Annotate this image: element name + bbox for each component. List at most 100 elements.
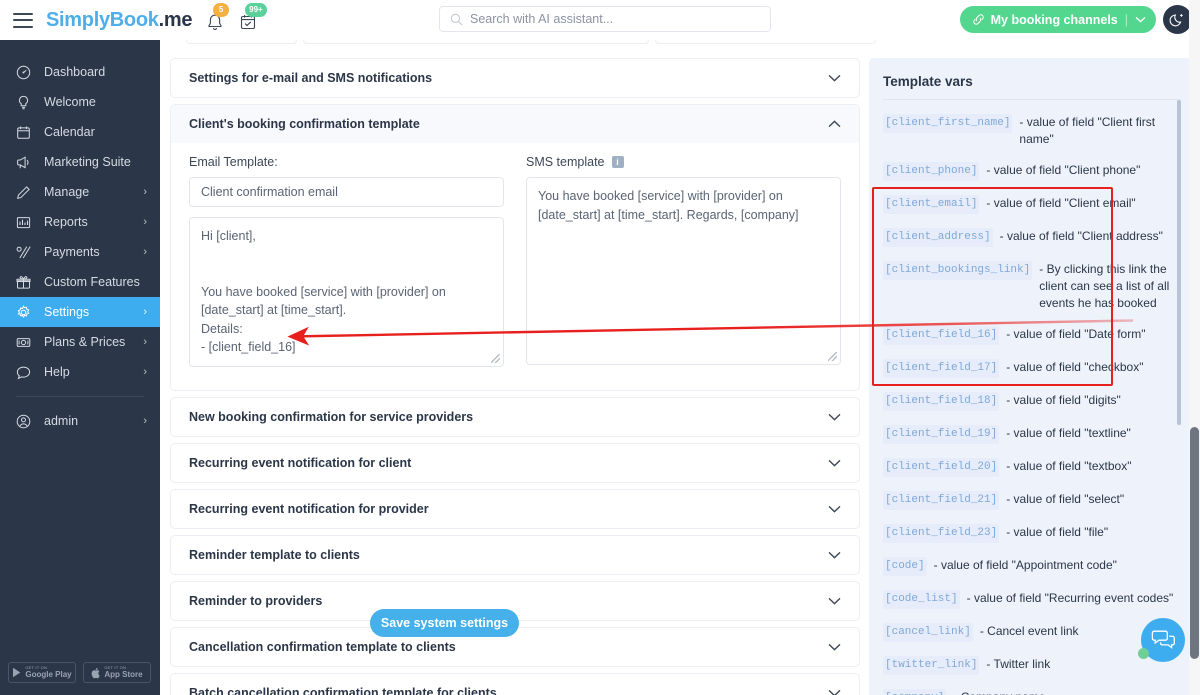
calendar-icon xyxy=(16,125,33,140)
template-var-row: [client_field_19] - value of field "textl… xyxy=(883,425,1176,444)
sms-body-textarea[interactable]: You have booked [service] with [provider… xyxy=(526,177,841,365)
chat-bubbles-icon xyxy=(1151,630,1175,649)
template-panel-header[interactable]: Batch cancellation confirmation template… xyxy=(171,674,859,695)
chevron-down-icon[interactable] xyxy=(828,641,841,653)
template-vars-panel: Template vars [client_first_name] - value… xyxy=(869,58,1192,695)
template-panel-header[interactable]: Client's booking confirmation template xyxy=(171,105,859,143)
sidebar-item-help[interactable]: Help › xyxy=(0,357,160,387)
my-booking-channels-button[interactable]: My booking channels | xyxy=(959,6,1156,33)
chevron-down-icon[interactable] xyxy=(1135,16,1146,23)
template-panel-header[interactable]: Settings for e-mail and SMS notification… xyxy=(171,59,859,97)
template-var-row: [client_email] - value of field "Client e… xyxy=(883,195,1176,214)
template-var-key[interactable]: [client_field_16] xyxy=(883,326,1000,345)
template-var-description: - value of field "Client phone" xyxy=(986,163,1141,177)
chevron-right-icon: › xyxy=(143,216,147,228)
sidebar-item-custom-features[interactable]: Custom Features xyxy=(0,267,160,297)
sidebar-item-marketing-suite[interactable]: Marketing Suite xyxy=(0,147,160,177)
template-var-key[interactable]: [client_field_18] xyxy=(883,392,1000,411)
template-panel: Cancellation confirmation template to cl… xyxy=(170,627,860,667)
menu-toggle-icon[interactable] xyxy=(13,12,33,28)
app-store-badge[interactable]: GET IT ON App Store xyxy=(83,662,151,683)
chevron-right-icon: › xyxy=(143,306,147,318)
save-system-settings-button[interactable]: Save system settings xyxy=(370,609,519,637)
template-var-key[interactable]: [client_field_21] xyxy=(883,491,1000,510)
template-var-key[interactable]: [company] xyxy=(883,689,947,695)
template-panel-header[interactable]: Recurring event notification for provide… xyxy=(171,490,859,528)
chevron-down-icon[interactable] xyxy=(828,687,841,695)
sidebar-item-settings[interactable]: Settings › xyxy=(0,297,160,327)
approvals-calendar[interactable]: 99+ xyxy=(239,3,267,31)
template-var-key[interactable]: [client_address] xyxy=(883,228,993,247)
template-panel-header[interactable]: Cancellation confirmation template to cl… xyxy=(171,628,859,666)
info-icon[interactable]: i xyxy=(611,156,624,168)
gauge-icon xyxy=(16,65,33,80)
sidebar-item-welcome[interactable]: Welcome xyxy=(0,87,160,117)
template-var-key[interactable]: [client_field_20] xyxy=(883,458,1000,477)
channels-separator: | xyxy=(1124,12,1128,27)
template-var-key[interactable]: [client_field_17] xyxy=(883,359,1000,378)
chevron-right-icon: › xyxy=(143,415,147,427)
template-var-key[interactable]: [client_phone] xyxy=(883,162,980,181)
chevron-down-icon[interactable] xyxy=(828,503,841,515)
clipped-fields-row xyxy=(186,40,876,44)
pencil-icon xyxy=(16,185,33,200)
template-var-key[interactable]: [code] xyxy=(883,557,927,576)
vars-panel-scrollbar[interactable] xyxy=(1177,100,1181,425)
link-icon xyxy=(973,14,984,25)
chat-icon xyxy=(16,365,33,380)
template-var-key[interactable]: [client_bookings_link] xyxy=(883,261,1033,280)
notifications-bell[interactable]: 5 xyxy=(206,3,230,31)
sidebar-item-plans-prices[interactable]: Plans & Prices › xyxy=(0,327,160,357)
search-bar[interactable] xyxy=(439,6,771,32)
template-panel-header[interactable]: Reminder template to clients xyxy=(171,536,859,574)
sidebar-item-label: Dashboard xyxy=(44,65,106,79)
sidebar-item-admin[interactable]: admin › xyxy=(0,406,160,436)
template-var-description: - value of field "file" xyxy=(1006,525,1109,539)
template-var-key[interactable]: [cancel_link] xyxy=(883,623,973,642)
app-logo[interactable]: SimplyBook .me xyxy=(46,9,192,32)
chevron-down-icon[interactable] xyxy=(828,549,841,561)
email-template-label: Email Template: xyxy=(189,155,278,169)
sidebar-item-payments[interactable]: Payments › xyxy=(0,237,160,267)
template-var-key[interactable]: [client_field_19] xyxy=(883,425,1000,444)
sidebar-item-manage[interactable]: Manage › xyxy=(0,177,160,207)
gift-icon xyxy=(16,275,33,290)
template-var-row: [twitter_link] - Twitter link xyxy=(883,656,1176,675)
sidebar-item-label: Welcome xyxy=(44,95,96,109)
template-var-key[interactable]: [client_email] xyxy=(883,195,980,214)
email-body-textarea[interactable]: Hi [client], You have booked [service] w… xyxy=(189,217,504,367)
template-panel: Reminder template to clients xyxy=(170,535,860,575)
chevron-down-icon[interactable] xyxy=(828,595,841,607)
google-play-badge[interactable]: GET IT ON Google Play xyxy=(8,662,76,683)
template-var-row: [code_list] - value of field "Recurring e… xyxy=(883,590,1176,609)
template-panel-header[interactable]: Recurring event notification for client xyxy=(171,444,859,482)
sidebar-item-reports[interactable]: Reports › xyxy=(0,207,160,237)
template-var-key[interactable]: [twitter_link] xyxy=(883,656,980,675)
template-var-row: [cancel_link] - Cancel event link xyxy=(883,623,1176,642)
sidebar-divider xyxy=(16,396,144,397)
page-scrollbar-thumb[interactable] xyxy=(1190,427,1199,659)
chevron-up-icon[interactable] xyxy=(828,118,841,130)
template-panel-header[interactable]: New booking confirmation for service pro… xyxy=(171,398,859,436)
top-bar: SimplyBook.me 5 99+ My booking channels … xyxy=(0,0,1200,40)
chat-online-indicator xyxy=(1138,648,1149,659)
dark-mode-toggle[interactable] xyxy=(1163,5,1192,34)
sidebar-item-label: Payments xyxy=(44,245,100,259)
sidebar-item-dashboard[interactable]: Dashboard xyxy=(0,57,160,87)
template-var-key[interactable]: [client_field_23] xyxy=(883,524,1000,543)
template-var-key[interactable]: [code_list] xyxy=(883,590,960,609)
template-var-description: - value of field "Client first name" xyxy=(1019,115,1156,146)
chevron-down-icon[interactable] xyxy=(828,72,841,84)
sms-template-column: SMS template i You have booked [service] w… xyxy=(526,155,841,370)
sidebar-item-calendar[interactable]: Calendar xyxy=(0,117,160,147)
template-var-row: [client_address] - value of field "Client… xyxy=(883,228,1176,247)
chevron-down-icon[interactable] xyxy=(828,457,841,469)
template-var-row: [client_field_20] - value of field "textb… xyxy=(883,458,1176,477)
template-var-key[interactable]: [client_first_name] xyxy=(883,114,1013,133)
template-var-description: - value of field "digits" xyxy=(1006,393,1121,407)
email-subject-input[interactable] xyxy=(189,177,504,207)
chevron-down-icon[interactable] xyxy=(828,411,841,423)
template-vars-title: Template vars xyxy=(883,74,973,89)
search-input[interactable] xyxy=(470,12,750,26)
store-big-label: Google Play xyxy=(25,670,72,679)
